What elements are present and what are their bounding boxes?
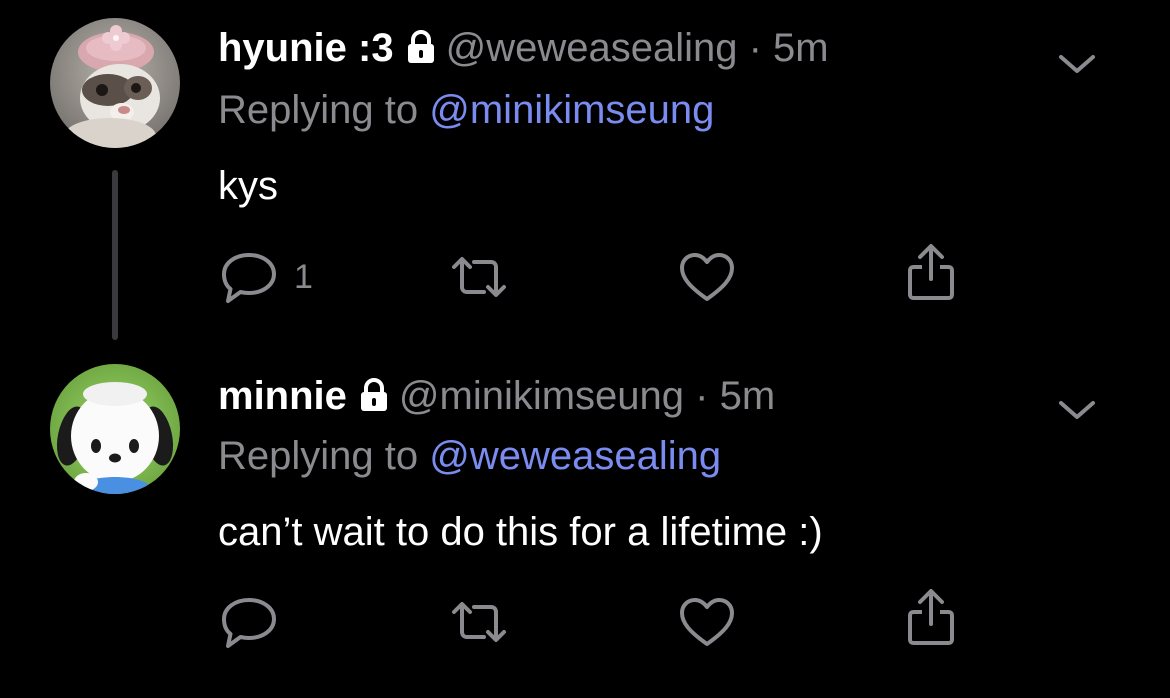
ferret-avatar-image <box>50 18 180 148</box>
chevron-down-icon <box>1052 401 1102 434</box>
tweet-menu-button[interactable] <box>1052 44 1102 84</box>
timestamp[interactable]: 5m <box>720 374 776 418</box>
like-button[interactable] <box>676 592 738 652</box>
reply-button[interactable] <box>218 592 294 652</box>
heart-icon <box>676 594 738 650</box>
lock-icon <box>359 376 389 424</box>
reply-icon <box>218 594 280 650</box>
mention-link[interactable]: @minikimseung <box>429 88 714 132</box>
display-name[interactable]: minnie <box>218 374 347 418</box>
heart-icon <box>676 249 738 305</box>
reply-count: 1 <box>294 257 313 296</box>
reply-icon <box>218 249 280 305</box>
separator-dot: · <box>695 374 709 418</box>
share-button[interactable] <box>900 242 962 302</box>
retweet-icon <box>448 249 510 305</box>
thread-line <box>112 170 118 340</box>
avatar[interactable] <box>50 364 180 494</box>
user-handle[interactable]: @weweasealing <box>446 26 738 70</box>
tweet-header: hyunie :3 @weweasealing · 5m <box>218 24 829 76</box>
tweet-menu-button[interactable] <box>1052 390 1102 430</box>
share-icon <box>900 241 962 303</box>
retweet-icon <box>448 594 510 650</box>
share-button[interactable] <box>900 587 962 647</box>
display-name[interactable]: hyunie :3 <box>218 26 394 70</box>
reply-button[interactable]: 1 <box>218 247 313 307</box>
tweet-2[interactable]: minnie @minikimseung · 5m Replying to @we… <box>0 340 1170 698</box>
like-button[interactable] <box>676 247 738 307</box>
replying-to-prefix: Replying to <box>218 434 419 478</box>
replying-to-prefix: Replying to <box>218 88 419 132</box>
lock-icon <box>406 28 436 76</box>
separator-dot: · <box>748 26 762 70</box>
pochacco-avatar-image <box>50 364 180 494</box>
retweet-button[interactable] <box>448 592 510 652</box>
avatar[interactable] <box>50 18 180 148</box>
tweet-text: can’t wait to do this for a lifetime :) <box>218 510 823 554</box>
user-handle[interactable]: @minikimseung <box>399 374 684 418</box>
tweet-text: kys <box>218 164 278 208</box>
chevron-down-icon <box>1052 55 1102 88</box>
mention-link[interactable]: @weweasealing <box>429 434 721 478</box>
replying-to: Replying to @weweasealing <box>218 432 721 480</box>
share-icon <box>900 586 962 648</box>
retweet-button[interactable] <box>448 247 510 307</box>
replying-to: Replying to @minikimseung <box>218 86 714 134</box>
tweet-1[interactable]: hyunie :3 @weweasealing · 5m Replying to … <box>0 0 1170 340</box>
tweet-header: minnie @minikimseung · 5m <box>218 372 775 424</box>
timestamp[interactable]: 5m <box>773 26 829 70</box>
